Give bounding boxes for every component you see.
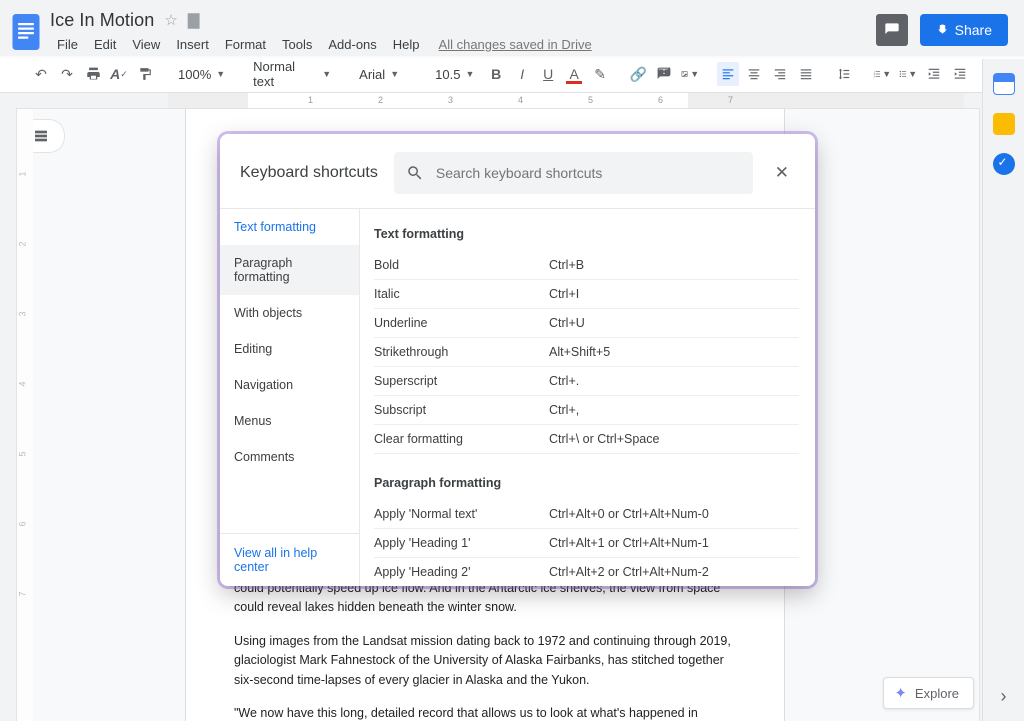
keyboard-shortcuts-dialog: Keyboard shortcuts ✕ Text formatting Par…	[220, 134, 815, 586]
search-input[interactable]	[436, 165, 741, 181]
section-title: Text formatting	[374, 227, 799, 241]
modal-overlay: Keyboard shortcuts ✕ Text formatting Par…	[0, 0, 1024, 721]
view-help-center-link[interactable]: View all in help center	[220, 533, 359, 586]
shortcut-row: Apply 'Heading 2'Ctrl+Alt+2 or Ctrl+Alt+…	[374, 558, 799, 586]
shortcut-row: ItalicCtrl+I	[374, 280, 799, 309]
close-button[interactable]: ✕	[769, 157, 795, 189]
section-title: Paragraph formatting	[374, 476, 799, 490]
shortcut-row: Apply 'Normal text'Ctrl+Alt+0 or Ctrl+Al…	[374, 500, 799, 529]
shortcut-row: SuperscriptCtrl+.	[374, 367, 799, 396]
search-shortcuts-field[interactable]	[394, 152, 753, 194]
nav-navigation[interactable]: Navigation	[220, 367, 359, 403]
shortcut-list[interactable]: Text formatting BoldCtrl+B ItalicCtrl+I …	[360, 209, 815, 586]
shortcut-row: StrikethroughAlt+Shift+5	[374, 338, 799, 367]
shortcut-row: Apply 'Heading 1'Ctrl+Alt+1 or Ctrl+Alt+…	[374, 529, 799, 558]
shortcut-row: SubscriptCtrl+,	[374, 396, 799, 425]
nav-paragraph-formatting[interactable]: Paragraph formatting	[220, 245, 359, 295]
nav-menus[interactable]: Menus	[220, 403, 359, 439]
nav-comments[interactable]: Comments	[220, 439, 359, 475]
nav-text-formatting[interactable]: Text formatting	[220, 209, 359, 245]
shortcut-row: Clear formattingCtrl+\ or Ctrl+Space	[374, 425, 799, 454]
shortcut-row: UnderlineCtrl+U	[374, 309, 799, 338]
shortcut-row: BoldCtrl+B	[374, 251, 799, 280]
nav-editing[interactable]: Editing	[220, 331, 359, 367]
shortcut-category-nav: Text formatting Paragraph formatting Wit…	[220, 209, 360, 586]
nav-with-objects[interactable]: With objects	[220, 295, 359, 331]
search-icon	[406, 164, 424, 182]
dialog-title: Keyboard shortcuts	[240, 164, 378, 182]
